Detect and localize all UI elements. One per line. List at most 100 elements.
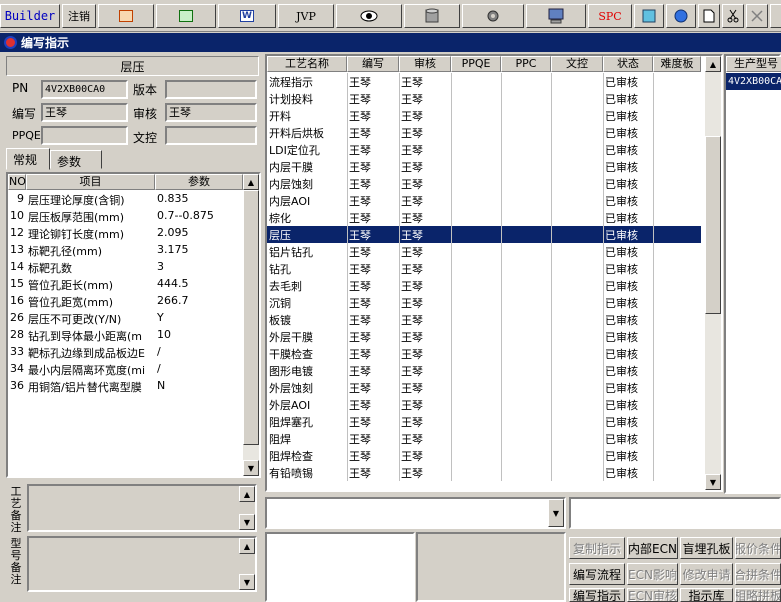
- action-button[interactable]: 修改申请: [680, 563, 733, 585]
- powerpoint-button[interactable]: [98, 4, 154, 28]
- doc-control-field[interactable]: [165, 126, 257, 145]
- network-button[interactable]: [666, 4, 696, 28]
- reviewer-field[interactable]: 王琴: [165, 103, 257, 122]
- param-scrollbar[interactable]: ▲ ▼: [243, 174, 259, 476]
- tab-params[interactable]: 参数: [50, 150, 102, 169]
- scroll-up-icon[interactable]: ▲: [705, 56, 721, 72]
- action-button[interactable]: ECN影响: [627, 563, 678, 585]
- excel-button[interactable]: [156, 4, 216, 28]
- process-row[interactable]: 去毛刺 王琴 王琴 已审核: [267, 277, 701, 294]
- bottom-list-right[interactable]: [416, 532, 566, 602]
- close-button[interactable]: [746, 4, 768, 28]
- action-button[interactable]: 合拼条件: [735, 563, 781, 585]
- scroll-up-icon[interactable]: ▲: [239, 538, 255, 554]
- param-row[interactable]: 33 靶标孔边缘到成品板边E /: [8, 344, 243, 361]
- process-scrollbar[interactable]: ▲ ▼: [705, 56, 721, 490]
- process-row[interactable]: 阻焊检查 王琴 王琴 已审核: [267, 447, 701, 464]
- param-row[interactable]: 15 管位孔距长(mm) 444.5: [8, 276, 243, 293]
- model-list-item[interactable]: 4V2XB00CA0: [726, 73, 781, 90]
- cut-button[interactable]: [722, 4, 744, 28]
- process-row[interactable]: 外层蚀刻 王琴 王琴 已审核: [267, 379, 701, 396]
- process-note-box[interactable]: ▲ ▼: [27, 484, 257, 532]
- pn-field[interactable]: 4V2XB00CA0: [41, 80, 128, 99]
- jvp-button[interactable]: JVP: [278, 4, 334, 28]
- process-row[interactable]: 铝片钻孔 王琴 王琴 已审核: [267, 243, 701, 260]
- logout-button[interactable]: 注销: [62, 4, 96, 28]
- param-row[interactable]: 26 层压不可更改(Y/N) Y: [8, 310, 243, 327]
- action-button[interactable]: 内部ECN: [627, 537, 678, 559]
- process-header-cell[interactable]: 难度板: [653, 56, 701, 72]
- bottom-list-left[interactable]: [265, 532, 415, 602]
- scroll-up-icon[interactable]: ▲: [239, 486, 255, 502]
- word-button[interactable]: W: [218, 4, 276, 28]
- process-row[interactable]: 流程指示 王琴 王琴 已审核: [267, 73, 701, 90]
- process-header-cell[interactable]: 文控: [551, 56, 603, 72]
- overflow-button[interactable]: [770, 4, 781, 28]
- scroll-down-icon[interactable]: ▼: [243, 460, 259, 476]
- process-row[interactable]: 图形电镀 王琴 王琴 已审核: [267, 362, 701, 379]
- process-row[interactable]: LDI定位孔 王琴 王琴 已审核: [267, 141, 701, 158]
- process-row[interactable]: 开料 王琴 王琴 已审核: [267, 107, 701, 124]
- action-button[interactable]: ECN审核: [627, 588, 678, 602]
- process-row[interactable]: 外层干膜 王琴 王琴 已审核: [267, 328, 701, 345]
- chevron-down-icon[interactable]: ▼: [548, 499, 564, 527]
- process-header-cell[interactable]: 审核: [399, 56, 451, 72]
- spc-button[interactable]: SPC: [588, 4, 632, 28]
- process-row[interactable]: 有铅喷锡 王琴 王琴 已审核: [267, 464, 701, 481]
- process-header-cell[interactable]: PPC: [501, 56, 551, 72]
- view-button[interactable]: [336, 4, 402, 28]
- param-row[interactable]: 14 标靶孔数 3: [8, 259, 243, 276]
- param-row[interactable]: 36 用铜箔/铝片替代离型膜 N: [8, 378, 243, 395]
- tab-general[interactable]: 常规: [6, 148, 50, 170]
- process-header-cell[interactable]: PPQE: [451, 56, 501, 72]
- scroll-thumb[interactable]: [705, 136, 721, 314]
- process-row[interactable]: 内层蚀刻 王琴 王琴 已审核: [267, 175, 701, 192]
- settings-button[interactable]: [462, 4, 524, 28]
- action-button[interactable]: 报价条件: [735, 537, 781, 559]
- action-button[interactable]: 相略拼板: [735, 588, 781, 602]
- scroll-down-icon[interactable]: ▼: [705, 474, 721, 490]
- process-row[interactable]: 板镀 王琴 王琴 已审核: [267, 311, 701, 328]
- grid-header-no[interactable]: NO: [8, 174, 26, 190]
- process-row[interactable]: 阻焊塞孔 王琴 王琴 已审核: [267, 413, 701, 430]
- param-row[interactable]: 28 钻孔到导体最小距离(m 10: [8, 327, 243, 344]
- process-row[interactable]: 阻焊 王琴 王琴 已审核: [267, 430, 701, 447]
- param-row[interactable]: 16 管位孔距宽(mm) 266.7: [8, 293, 243, 310]
- model-note-box[interactable]: ▲ ▼: [27, 536, 257, 592]
- process-row[interactable]: 层压 王琴 王琴 已审核: [267, 226, 701, 243]
- process-row[interactable]: 内层干膜 王琴 王琴 已审核: [267, 158, 701, 175]
- process-row[interactable]: 计划投料 王琴 王琴 已审核: [267, 90, 701, 107]
- scroll-thumb[interactable]: [243, 190, 259, 445]
- action-button[interactable]: 复制指示: [569, 537, 625, 559]
- param-row[interactable]: 34 最小内层隔离环宽度(mi /: [8, 361, 243, 378]
- process-row[interactable]: 开料后烘板 王琴 王琴 已审核: [267, 124, 701, 141]
- param-row[interactable]: 9 层压理论厚度(含铜) 0.835: [8, 191, 243, 208]
- process-header-cell[interactable]: 编写: [347, 56, 399, 72]
- action-button[interactable]: 编写流程: [569, 563, 625, 585]
- computer-button[interactable]: [526, 4, 586, 28]
- scroll-up-icon[interactable]: ▲: [243, 174, 259, 190]
- action-button[interactable]: 指示库: [680, 588, 733, 602]
- scroll-down-icon[interactable]: ▼: [239, 574, 255, 590]
- model-list-header[interactable]: 生产型号: [726, 56, 781, 72]
- process-row[interactable]: 外层AOI 王琴 王琴 已审核: [267, 396, 701, 413]
- writer-field[interactable]: 王琴: [41, 103, 128, 122]
- scroll-down-icon[interactable]: ▼: [239, 514, 255, 530]
- ppqe-field[interactable]: [41, 126, 128, 145]
- process-header-cell[interactable]: 工艺名称: [267, 56, 347, 72]
- process-combo[interactable]: ▼: [265, 497, 566, 529]
- param-row[interactable]: 13 标靶孔径(mm) 3.175: [8, 242, 243, 259]
- calendar-button[interactable]: [634, 4, 664, 28]
- param-row[interactable]: 10 层压板厚范围(mm) 0.7--0.875: [8, 208, 243, 225]
- grid-header-item[interactable]: 项目: [26, 174, 155, 190]
- action-button[interactable]: 盲埋孔板: [680, 537, 733, 559]
- model-combo[interactable]: [569, 497, 781, 529]
- grid-header-value[interactable]: 参数: [155, 174, 243, 190]
- process-row[interactable]: 钻孔 王琴 王琴 已审核: [267, 260, 701, 277]
- process-row[interactable]: 沉铜 王琴 王琴 已审核: [267, 294, 701, 311]
- process-row[interactable]: 内层AOI 王琴 王琴 已审核: [267, 192, 701, 209]
- version-field[interactable]: [165, 80, 257, 99]
- param-row[interactable]: 12 理论铆钉长度(mm) 2.095: [8, 225, 243, 242]
- new-document-button[interactable]: [698, 4, 720, 28]
- database-button[interactable]: [404, 4, 460, 28]
